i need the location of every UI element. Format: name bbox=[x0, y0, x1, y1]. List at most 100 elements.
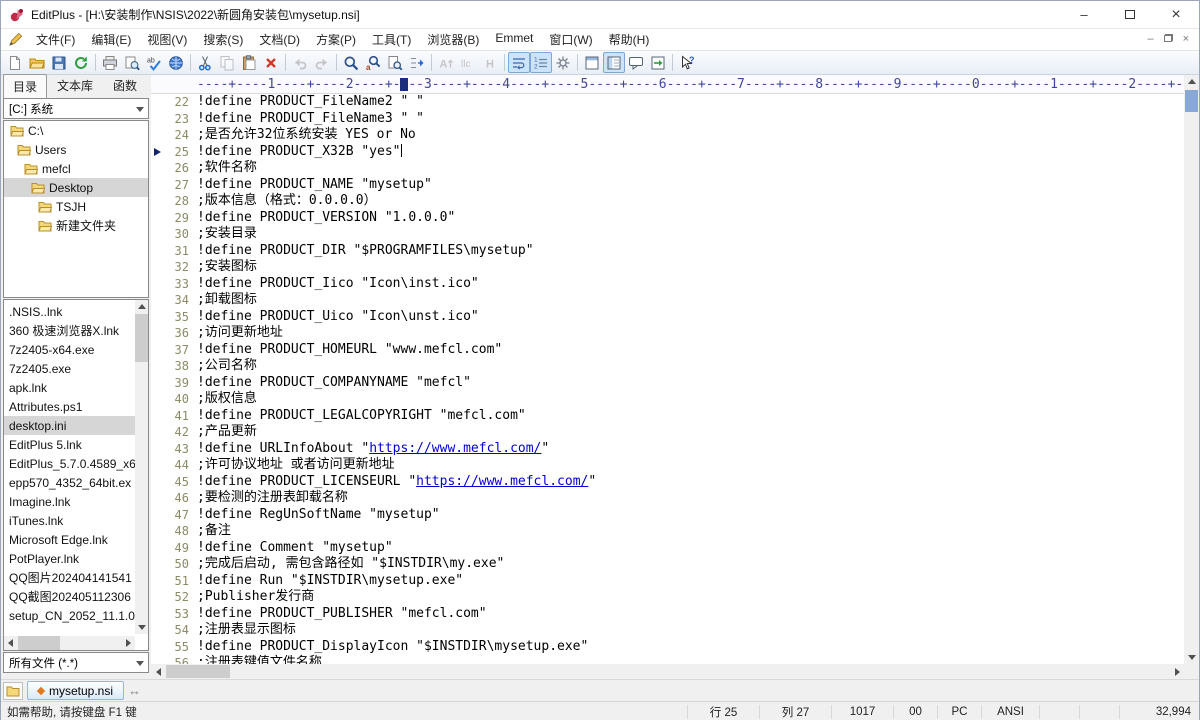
code-line-34[interactable]: 34;卸载图标 bbox=[151, 292, 1184, 309]
editor-vscrollbar[interactable] bbox=[1184, 75, 1199, 664]
special-chars-icon[interactable] bbox=[552, 52, 574, 73]
code-line-33[interactable]: 33!define PRODUCT_Iico "Icon\inst.ico" bbox=[151, 276, 1184, 293]
file-list-vscroll-thumb[interactable] bbox=[135, 314, 148, 362]
minimize-button[interactable]: – bbox=[1061, 1, 1107, 28]
replace-icon[interactable]: a bbox=[362, 52, 384, 73]
mdi-minimize-button[interactable]: – bbox=[1147, 34, 1153, 45]
file-item[interactable]: EditPlus 5.lnk bbox=[4, 435, 135, 454]
code-line-56[interactable]: 56;注册表键值文件名称 bbox=[151, 655, 1184, 664]
file-item[interactable]: epp570_4352_64bit.ex bbox=[4, 473, 135, 492]
document-window-icon[interactable] bbox=[581, 52, 603, 73]
code-line-30[interactable]: 30;安装目录 bbox=[151, 226, 1184, 243]
code-line-23[interactable]: 23!define PRODUCT_FileName3 " " bbox=[151, 111, 1184, 128]
sidebar-tab-文本库[interactable]: 文本库 bbox=[47, 73, 103, 97]
file-list-vscrollbar[interactable] bbox=[135, 300, 148, 634]
code-line-32[interactable]: 32;安装图标 bbox=[151, 259, 1184, 276]
spell-check-icon[interactable]: ab bbox=[143, 52, 165, 73]
editor-area[interactable]: ----+----1----+----2----+----3----+----4… bbox=[151, 75, 1199, 679]
tab-scroll-arrows-icon[interactable]: ↔ bbox=[128, 683, 141, 698]
code-line-37[interactable]: 37!define PRODUCT_HOMEURL "www.mefcl.com… bbox=[151, 342, 1184, 359]
cut-icon[interactable] bbox=[194, 52, 216, 73]
code-line-39[interactable]: 39!define PRODUCT_COMPANYNAME "mefcl" bbox=[151, 375, 1184, 392]
menu-item-文件[interactable]: 文件(F) bbox=[28, 29, 83, 50]
sidebar-tab-函数[interactable]: 函数 bbox=[103, 73, 147, 97]
word-wrap-icon[interactable] bbox=[508, 52, 530, 73]
editor-vscroll-thumb[interactable] bbox=[1185, 90, 1198, 112]
drive-selector[interactable]: [C:] 系统 bbox=[3, 98, 149, 119]
code-line-50[interactable]: 50;完成后启动, 需包含路径如 "$INSTDIR\my.exe" bbox=[151, 556, 1184, 573]
code-line-54[interactable]: 54;注册表显示图标 bbox=[151, 622, 1184, 639]
hyperlink[interactable]: https://www.mefcl.com/ bbox=[416, 474, 588, 489]
tree-item-TSJH[interactable]: TSJH bbox=[4, 197, 148, 216]
file-item[interactable]: QQ图片202404141541 bbox=[4, 568, 135, 587]
delete-icon[interactable] bbox=[260, 52, 282, 73]
file-item[interactable]: apk.lnk bbox=[4, 378, 135, 397]
code-line-55[interactable]: 55!define PRODUCT_DisplayIcon "$INSTDIR\… bbox=[151, 639, 1184, 656]
editor-hscroll-thumb[interactable] bbox=[166, 665, 230, 678]
tree-item-Users[interactable]: Users bbox=[4, 140, 148, 159]
menu-item-工具[interactable]: 工具(T) bbox=[364, 29, 419, 50]
scroll-right-icon[interactable] bbox=[122, 636, 135, 650]
file-item[interactable]: iTunes.lnk bbox=[4, 511, 135, 530]
file-item[interactable]: .NSIS..lnk bbox=[4, 302, 135, 321]
scroll-down-icon[interactable] bbox=[1184, 651, 1199, 664]
code-line-44[interactable]: 44;许可协议地址 或者访问更新地址 bbox=[151, 457, 1184, 474]
tab-list-folder-icon[interactable] bbox=[3, 682, 23, 700]
sidebar-tab-目录[interactable]: 目录 bbox=[3, 74, 47, 98]
code-line-38[interactable]: 38;公司名称 bbox=[151, 358, 1184, 375]
reload-icon[interactable] bbox=[70, 52, 92, 73]
menu-item-浏览器[interactable]: 浏览器(B) bbox=[419, 29, 487, 50]
menu-item-方案[interactable]: 方案(P) bbox=[308, 29, 364, 50]
file-item[interactable]: 360 极速浏览器X.lnk bbox=[4, 321, 135, 340]
code-line-48[interactable]: 48;备注 bbox=[151, 523, 1184, 540]
code-line-22[interactable]: 22!define PRODUCT_FileName2 " " bbox=[151, 94, 1184, 111]
output-window-icon[interactable] bbox=[625, 52, 647, 73]
print-preview-icon[interactable] bbox=[121, 52, 143, 73]
menu-item-编辑[interactable]: 编辑(E) bbox=[83, 29, 139, 50]
code-line-42[interactable]: 42;产品更新 bbox=[151, 424, 1184, 441]
file-item[interactable]: desktop.ini bbox=[4, 416, 135, 435]
hyperlink[interactable]: https://www.mefcl.com/ bbox=[369, 441, 541, 456]
menu-item-文档[interactable]: 文档(D) bbox=[251, 29, 308, 50]
scroll-right-icon[interactable] bbox=[1170, 664, 1184, 679]
code-line-26[interactable]: 26;软件名称 bbox=[151, 160, 1184, 177]
open-folder-icon[interactable] bbox=[26, 52, 48, 73]
code-line-36[interactable]: 36;访问更新地址 bbox=[151, 325, 1184, 342]
tree-item-新建文件夹[interactable]: 新建文件夹 bbox=[4, 216, 148, 235]
code-line-47[interactable]: 47!define RegUnSoftName "mysetup" bbox=[151, 507, 1184, 524]
editor-hscrollbar[interactable] bbox=[151, 664, 1184, 679]
code-line-41[interactable]: 41!define PRODUCT_LEGALCOPYRIGHT "mefcl.… bbox=[151, 408, 1184, 425]
code-line-53[interactable]: 53!define PRODUCT_PUBLISHER "mefcl.com" bbox=[151, 606, 1184, 623]
side-panel-icon[interactable] bbox=[603, 52, 625, 73]
toggle-marker-icon[interactable] bbox=[406, 52, 428, 73]
menu-item-帮助[interactable]: 帮助(H) bbox=[601, 29, 658, 50]
browser-preview-icon[interactable] bbox=[165, 52, 187, 73]
code-line-43[interactable]: 43!define URLInfoAbout "https://www.mefc… bbox=[151, 441, 1184, 458]
scroll-left-icon[interactable] bbox=[4, 636, 17, 650]
file-item[interactable]: 7z2405-x64.exe bbox=[4, 340, 135, 359]
code-line-45[interactable]: 45!define PRODUCT_LICENSEURL "https://ww… bbox=[151, 474, 1184, 491]
file-item[interactable]: QQ截图202405112306 bbox=[4, 587, 135, 606]
sync-browser-icon[interactable] bbox=[647, 52, 669, 73]
code-line-24[interactable]: 24;是否允许32位系统安装 YES or No bbox=[151, 127, 1184, 144]
tree-item-Desktop[interactable]: Desktop bbox=[4, 178, 148, 197]
menu-item-搜索[interactable]: 搜索(S) bbox=[195, 29, 251, 50]
doc-tab-mysetup[interactable]: mysetup.nsi bbox=[27, 681, 124, 700]
code-line-49[interactable]: 49!define Comment "mysetup" bbox=[151, 540, 1184, 557]
line-number-icon[interactable]: 12 bbox=[530, 52, 552, 73]
code-line-52[interactable]: 52;Publisher发行商 bbox=[151, 589, 1184, 606]
mdi-restore-button[interactable] bbox=[1164, 34, 1173, 45]
file-filter-selector[interactable]: 所有文件 (*.*) bbox=[3, 652, 149, 673]
code-line-46[interactable]: 46;要检测的注册表卸载名称 bbox=[151, 490, 1184, 507]
scroll-up-icon[interactable] bbox=[135, 300, 148, 313]
code-line-35[interactable]: 35!define PRODUCT_Uico "Icon\unst.ico" bbox=[151, 309, 1184, 326]
paste-icon[interactable] bbox=[238, 52, 260, 73]
file-item[interactable]: EditPlus_5.7.0.4589_x6 bbox=[4, 454, 135, 473]
code-line-29[interactable]: 29!define PRODUCT_VERSION "1.0.0.0" bbox=[151, 210, 1184, 227]
code-line-51[interactable]: 51!define Run "$INSTDIR\mysetup.exe" bbox=[151, 573, 1184, 590]
menu-item-Emmet[interactable]: Emmet bbox=[487, 29, 541, 50]
file-item[interactable]: setup_CN_2052_11.1.0 bbox=[4, 606, 135, 625]
file-item[interactable]: Microsoft Edge.lnk bbox=[4, 530, 135, 549]
file-item[interactable]: 7z2405.exe bbox=[4, 359, 135, 378]
scroll-left-icon[interactable] bbox=[151, 664, 165, 679]
